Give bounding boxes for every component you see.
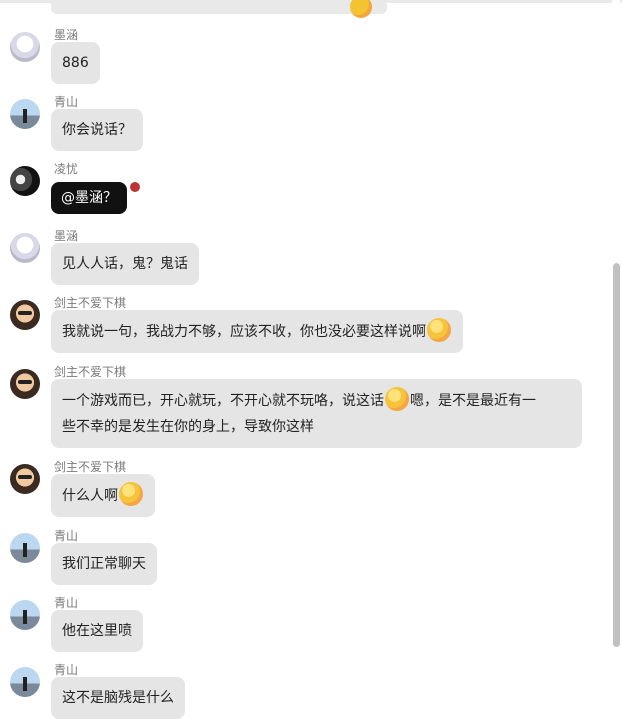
previous-message-bubble bbox=[51, 0, 387, 18]
message-text: @墨涵？ bbox=[61, 190, 117, 206]
message-bubble: 见人人话，鬼？鬼话 bbox=[51, 243, 199, 285]
avatar[interactable] bbox=[10, 32, 40, 62]
message-text: 见人人话，鬼？鬼话 bbox=[62, 256, 188, 272]
sender-name[interactable]: 凌忧 bbox=[54, 160, 78, 177]
message-text-line1: 一个游戏而已，开心就玩，不开心就不玩咯，说这话 bbox=[62, 393, 384, 409]
message-text: 你会说话？ bbox=[62, 122, 132, 138]
message-text: 什么人啊 bbox=[62, 488, 118, 504]
message-text-line2: 些不幸的是发生在你的身上，导致你这样 bbox=[62, 419, 314, 435]
message-bubble: 什么人啊 bbox=[51, 474, 155, 517]
blushing-face-icon bbox=[119, 482, 143, 506]
sender-name[interactable]: 青山 bbox=[54, 594, 78, 611]
message-bubble: @墨涵？ bbox=[51, 182, 127, 214]
message-text: 886 bbox=[62, 55, 89, 71]
avatar[interactable] bbox=[10, 464, 40, 494]
sender-name[interactable]: 墨涵 bbox=[54, 227, 78, 244]
emoji-icon bbox=[350, 0, 372, 18]
blushing-face-icon bbox=[427, 318, 451, 342]
avatar[interactable] bbox=[10, 667, 40, 697]
message-bubble: 他在这里喷 bbox=[51, 610, 143, 652]
avatar[interactable] bbox=[10, 600, 40, 630]
avatar[interactable] bbox=[10, 369, 40, 399]
message-bubble: 886 bbox=[51, 42, 100, 84]
message-text: 我就说一句，我战力不够，应该不收，你也没必要这样说啊 bbox=[62, 324, 426, 340]
avatar[interactable] bbox=[10, 99, 40, 129]
sender-name[interactable]: 青山 bbox=[54, 93, 78, 110]
message-text-line1-end: 嗯，是不是最近有一 bbox=[410, 393, 536, 409]
sender-name[interactable]: 剑主不爱下棋 bbox=[54, 458, 126, 475]
message-text: 他在这里喷 bbox=[62, 623, 132, 639]
sender-name[interactable]: 青山 bbox=[54, 661, 78, 678]
avatar[interactable] bbox=[10, 300, 40, 330]
message-text: 这不是脑残是什么 bbox=[62, 690, 174, 706]
message-bubble: 我们正常聊天 bbox=[51, 543, 157, 585]
blushing-face-icon bbox=[385, 387, 409, 411]
message-bubble: 我就说一句，我战力不够，应该不收，你也没必要这样说啊 bbox=[51, 310, 463, 353]
avatar[interactable] bbox=[10, 533, 40, 563]
avatar[interactable] bbox=[10, 166, 40, 196]
avatar[interactable] bbox=[10, 233, 40, 263]
scrollbar-thumb[interactable] bbox=[613, 263, 620, 647]
sender-name[interactable]: 青山 bbox=[54, 527, 78, 544]
sender-name[interactable]: 剑主不爱下棋 bbox=[54, 363, 126, 380]
message-text: 我们正常聊天 bbox=[62, 556, 146, 572]
bubble-decoration-icon bbox=[130, 182, 140, 192]
sender-name[interactable]: 墨涵 bbox=[54, 26, 78, 43]
sender-name[interactable]: 剑主不爱下棋 bbox=[54, 294, 126, 311]
message-bubble: 这不是脑残是什么 bbox=[51, 677, 185, 719]
message-bubble: 一个游戏而已，开心就玩，不开心就不玩咯，说这话 嗯，是不是最近有一 些不幸的是发生… bbox=[51, 379, 582, 448]
message-bubble: 你会说话？ bbox=[51, 109, 143, 151]
